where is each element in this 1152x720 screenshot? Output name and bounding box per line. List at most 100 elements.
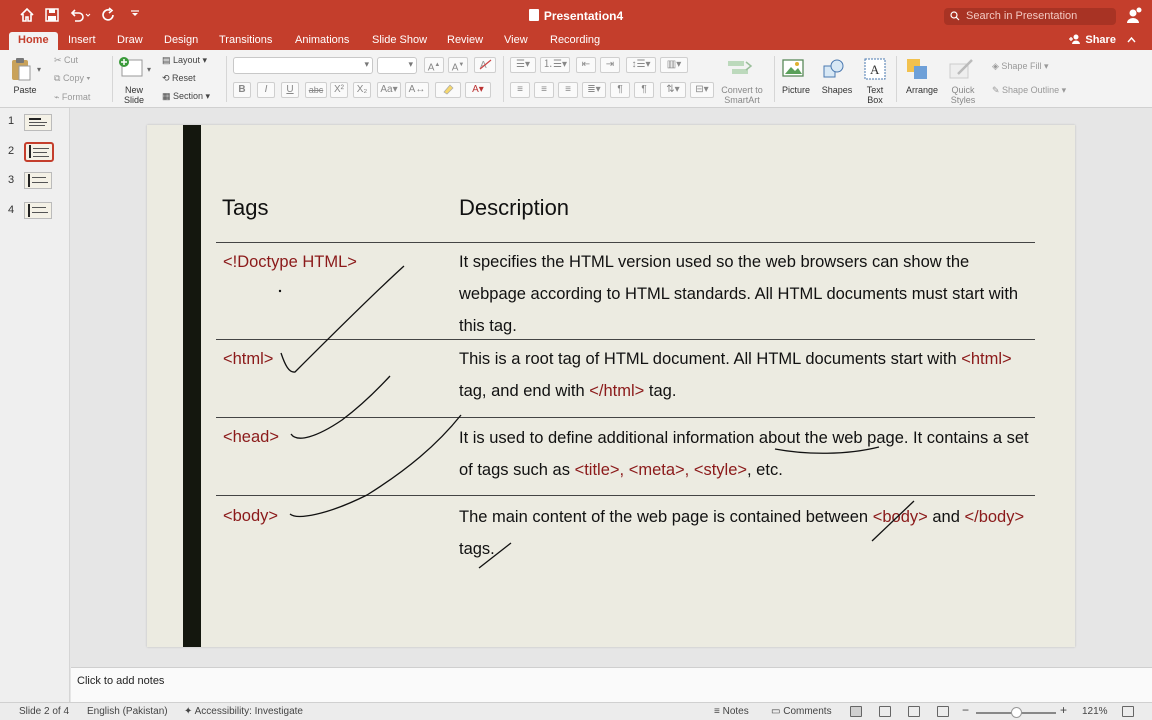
table-cell-tag[interactable]: <head> <box>223 428 279 447</box>
layout-button[interactable]: ▤ Layout ▾ <box>162 55 207 66</box>
highlight-icon[interactable] <box>435 82 461 98</box>
table-cell-description[interactable]: This is a root tag of HTML document. All… <box>459 343 1029 407</box>
copy-label: Copy <box>62 73 84 83</box>
smartart-icon[interactable] <box>727 58 753 78</box>
fit-to-window-icon[interactable] <box>1122 706 1134 717</box>
shapes-icon[interactable] <box>822 58 846 80</box>
search-input[interactable]: Search in Presentation <box>944 8 1116 25</box>
description-text: and <box>927 508 965 526</box>
text-box-icon[interactable]: A <box>864 58 886 80</box>
new-slide-icon[interactable] <box>118 56 144 80</box>
quick-styles-icon[interactable] <box>948 58 976 80</box>
reading-view-icon[interactable] <box>908 706 920 717</box>
accessibility-button[interactable]: ✦ Accessibility: Investigate <box>184 706 303 718</box>
line-spacing-icon[interactable]: ↕☰▾ <box>626 57 656 73</box>
normal-view-icon[interactable] <box>850 706 862 717</box>
increase-font-button[interactable]: A▲ <box>424 57 444 73</box>
slide-sorter-icon[interactable] <box>879 706 891 717</box>
zoom-out-button[interactable]: − <box>962 704 969 716</box>
align-left-icon[interactable]: ≡ <box>510 82 530 98</box>
underline-button[interactable]: U <box>281 82 299 98</box>
italic-button[interactable]: I <box>257 82 275 98</box>
slide-thumbnail-3[interactable] <box>24 172 52 189</box>
cut-button[interactable]: ✂ Cut <box>54 55 78 66</box>
clear-formatting-icon[interactable]: A <box>474 57 496 73</box>
column-header-description[interactable]: Description <box>459 195 569 221</box>
new-slide-button[interactable]: New Slide <box>117 85 151 105</box>
format-painter-button[interactable]: ⌁ Format <box>54 92 90 103</box>
tab-recording[interactable]: Recording <box>541 32 609 50</box>
arrange-icon[interactable] <box>906 58 930 80</box>
ltr-icon[interactable]: ¶ <box>610 82 630 98</box>
collapse-ribbon-icon[interactable] <box>1127 34 1136 46</box>
new-slide-dropdown-icon[interactable]: ▾ <box>147 64 151 75</box>
slideshow-view-icon[interactable] <box>937 706 949 717</box>
slide-thumbnail-4[interactable] <box>24 202 52 219</box>
notes-pane[interactable]: Click to add notes <box>71 667 1152 702</box>
slide-thumbnail-2[interactable] <box>24 142 54 162</box>
increase-indent-icon[interactable]: ⇥ <box>600 57 620 73</box>
table-cell-description[interactable]: It is used to define additional informat… <box>459 422 1029 486</box>
tab-animations[interactable]: Animations <box>286 32 358 50</box>
user-icon[interactable] <box>1126 7 1142 25</box>
text-direction-icon[interactable]: ⇅▾ <box>660 82 686 98</box>
bullets-icon[interactable]: ☰▾ <box>510 57 536 73</box>
picture-button[interactable]: Picture <box>778 85 814 95</box>
column-header-tags[interactable]: Tags <box>222 195 268 221</box>
bold-button[interactable]: B <box>233 82 251 98</box>
tab-draw[interactable]: Draw <box>108 32 152 50</box>
zoom-level[interactable]: 121% <box>1082 706 1108 718</box>
paste-icon[interactable] <box>11 56 31 82</box>
tab-design[interactable]: Design <box>155 32 207 50</box>
section-button[interactable]: ▦ Section ▾ <box>162 91 210 102</box>
strikethrough-button[interactable]: abc <box>305 82 327 98</box>
align-text-icon[interactable]: ⊟▾ <box>690 82 714 98</box>
columns-icon[interactable]: ▥▾ <box>660 57 688 73</box>
notes-button[interactable]: ≡ Notes <box>714 706 749 718</box>
comments-button[interactable]: ▭ Comments <box>771 706 832 718</box>
reset-button[interactable]: ⟲ Reset <box>162 73 196 84</box>
language-indicator[interactable]: English (Pakistan) <box>87 706 168 718</box>
decrease-indent-icon[interactable]: ⇤ <box>576 57 596 73</box>
table-cell-tag[interactable]: <html> <box>223 350 273 369</box>
tab-home[interactable]: Home <box>9 32 58 50</box>
subscript-button[interactable]: X₂ <box>353 82 371 98</box>
arrange-button[interactable]: Arrange <box>902 85 942 95</box>
tab-review[interactable]: Review <box>438 32 492 50</box>
character-spacing-button[interactable]: A↔ <box>405 82 429 98</box>
table-cell-tag[interactable]: <!Doctype HTML> <box>223 253 357 272</box>
change-case-button[interactable]: Aa▾ <box>377 82 401 98</box>
zoom-in-button[interactable]: + <box>1060 704 1067 716</box>
tab-slide-show[interactable]: Slide Show <box>363 32 436 50</box>
tab-transitions[interactable]: Transitions <box>210 32 281 50</box>
slide-thumbnail-1[interactable] <box>24 114 52 131</box>
table-cell-description[interactable]: It specifies the HTML version used so th… <box>459 246 1029 342</box>
table-cell-description[interactable]: The main content of the web page is cont… <box>459 501 1029 565</box>
tab-insert[interactable]: Insert <box>59 32 105 50</box>
slide-canvas[interactable]: Tags Description <!Doctype HTML> It spec… <box>147 125 1075 647</box>
align-center-icon[interactable]: ≡ <box>534 82 554 98</box>
align-right-icon[interactable]: ≡ <box>558 82 578 98</box>
tab-view[interactable]: View <box>495 32 537 50</box>
numbering-icon[interactable]: ⒈☰▾ <box>540 57 570 73</box>
shape-outline-button[interactable]: ✎ Shape Outline ▾ <box>992 85 1066 96</box>
superscript-button[interactable]: X² <box>330 82 348 98</box>
quick-styles-button[interactable]: Quick Styles <box>944 85 982 105</box>
shape-fill-button[interactable]: ◈ Shape Fill ▾ <box>992 61 1048 72</box>
shapes-button[interactable]: Shapes <box>818 85 856 95</box>
font-name-select[interactable] <box>233 57 373 74</box>
copy-button[interactable]: ⧉ Copy ▾ <box>54 73 90 84</box>
font-size-select[interactable] <box>377 57 417 74</box>
paste-dropdown-icon[interactable]: ▾ <box>37 64 41 75</box>
text-box-button[interactable]: Text Box <box>860 85 890 105</box>
justify-icon[interactable]: ≣▾ <box>582 82 606 98</box>
share-button[interactable]: Share <box>1069 32 1136 48</box>
decrease-font-button[interactable]: A▼ <box>448 57 468 73</box>
picture-icon[interactable] <box>782 58 806 80</box>
paste-button[interactable]: Paste <box>8 85 42 95</box>
rtl-icon[interactable]: ¶ <box>634 82 654 98</box>
convert-smartart-button[interactable]: Convert to SmartArt <box>716 85 768 105</box>
zoom-slider-knob[interactable] <box>1011 707 1022 718</box>
table-cell-tag[interactable]: <body> <box>223 507 278 526</box>
font-color-button[interactable]: A▾ <box>465 82 491 98</box>
